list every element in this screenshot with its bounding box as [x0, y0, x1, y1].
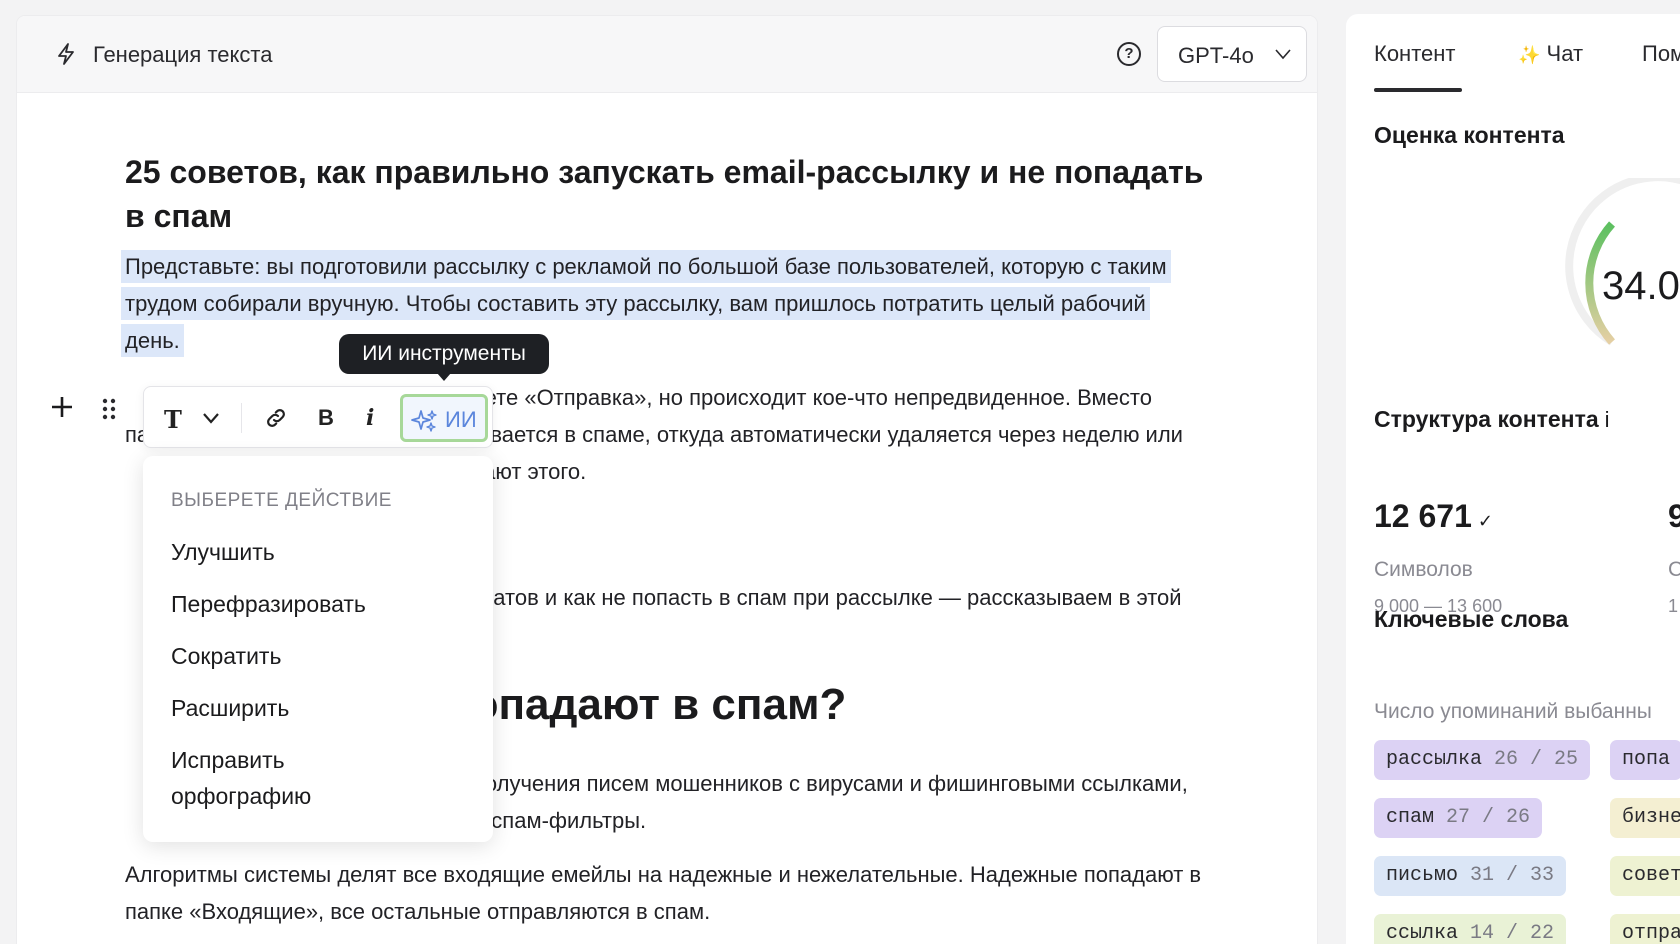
keyword-chip[interactable]: рассылка 26 / 25	[1374, 740, 1591, 780]
model-select[interactable]: GPT-4o	[1157, 26, 1307, 82]
keyword-chip[interactable]: попа	[1610, 740, 1680, 780]
stat2-label: С	[1668, 558, 1680, 581]
format-toolbar: T B i ИИ	[143, 386, 493, 448]
bold-button[interactable]: B	[318, 405, 334, 431]
tab-chat-label: Чат	[1546, 41, 1584, 66]
model-label: GPT-4o	[1178, 43, 1254, 68]
selected-text-line: день.	[125, 328, 180, 353]
chars-stat: 12 671 ✓	[1374, 498, 1493, 535]
chars-label: Символов	[1374, 558, 1473, 581]
tab-chat[interactable]: ✨ Чат	[1518, 41, 1583, 67]
chevron-down-icon	[1275, 49, 1291, 60]
keywords-subtitle: Число упоминаний выбанны	[1374, 700, 1652, 723]
menu-item-expand[interactable]: Расширить	[171, 690, 471, 726]
selected-text-line: трудом собирали вручную. Чтобы составить…	[125, 291, 1146, 316]
menu-header: ВЫБЕРЕТЕ ДЕЙСТВИЕ	[171, 490, 392, 511]
add-block-icon[interactable]	[51, 396, 73, 418]
lightning-icon	[58, 43, 74, 65]
italic-button[interactable]: i	[366, 405, 374, 431]
header-title: Генерация текста	[93, 42, 273, 67]
paragraph-line[interactable]: ные спам-фильтры.	[445, 802, 1315, 839]
sparkle-icon	[411, 410, 437, 432]
menu-item-fix-spelling[interactable]: Исправить орфографию	[171, 742, 371, 814]
menu-item-rephrase[interactable]: Перефразировать	[171, 586, 471, 622]
drag-handle-icon[interactable]	[101, 397, 117, 421]
paragraph-line[interactable]: дресатов и как не попасть в спам при рас…	[445, 579, 1315, 616]
section-heading[interactable]: попадают в спам?	[445, 680, 846, 730]
ai-tools-tooltip: ИИ инструменты	[339, 334, 549, 381]
paragraph-line[interactable]: мечают этого.	[445, 453, 1305, 490]
keyword-count: 26 / 25	[1494, 748, 1579, 771]
keyword-count: 27 / 26	[1446, 806, 1531, 829]
keyword-count: 31 / 33	[1470, 864, 1555, 887]
score-title: Оценка контента	[1374, 122, 1565, 148]
ai-tools-button[interactable]: ИИ	[400, 394, 488, 442]
keyword-word: спам	[1386, 806, 1435, 829]
keyword-word: рассылка	[1386, 748, 1483, 771]
ai-button-label: ИИ	[445, 407, 477, 432]
paragraph-line[interactable]: Алгоритмы системы делят все входящие еме…	[125, 856, 1300, 893]
sparkle-icon: ✨	[1518, 45, 1541, 65]
link-icon[interactable]	[264, 406, 288, 430]
keyword-word: ссылка	[1386, 922, 1459, 944]
editor-header: Генерация текста ? GPT-4o	[17, 16, 1317, 93]
stat2-value: 9	[1668, 498, 1680, 534]
structure-title: Структура контента i	[1374, 406, 1610, 433]
text-style-button[interactable]: T	[164, 405, 182, 434]
keyword-word: попа	[1622, 748, 1671, 771]
tab-content[interactable]: Контент	[1374, 41, 1456, 67]
paragraph-selected[interactable]: Представьте: вы подготовили рассылку с р…	[125, 248, 1300, 359]
paragraph-line[interactable]: от получения писем мошенников с вирусами…	[445, 765, 1315, 802]
score-value: 34.0	[1602, 264, 1680, 308]
keyword-chip[interactable]: совет	[1610, 856, 1680, 896]
keywords-title: Ключевые слова	[1374, 606, 1569, 632]
editor-panel: Генерация текста ? GPT-4o 25 советов, ка…	[17, 16, 1317, 944]
keyword-word: совет	[1622, 864, 1680, 887]
document-title[interactable]: 25 советов, как правильно запускать emai…	[125, 150, 1205, 238]
toolbar-divider	[241, 403, 242, 433]
paragraph-line[interactable]: папке «Входящие», все остальные отправля…	[125, 893, 1300, 930]
info-icon[interactable]: i	[1605, 407, 1610, 432]
structure-title-label: Структура контента	[1374, 406, 1599, 432]
keyword-chip[interactable]: ссылка 14 / 22	[1374, 914, 1567, 944]
chars-value: 12 671	[1374, 498, 1472, 534]
tab-help[interactable]: Пом	[1642, 41, 1680, 67]
keyword-word: письмо	[1386, 864, 1459, 887]
selected-text-line: Представьте: вы подготовили рассылку с р…	[125, 254, 1167, 279]
paragraph-line[interactable]: имаете «Отправка», но происходит кое-что…	[445, 379, 1315, 416]
content-sidebar: Контент ✨ Чат Пом Оценка контента 34.0 С…	[1346, 14, 1680, 944]
keyword-chip[interactable]: письмо 31 / 33	[1374, 856, 1567, 896]
help-icon[interactable]: ?	[1117, 42, 1141, 66]
keyword-chip[interactable]: бизнес	[1610, 798, 1680, 838]
check-icon: ✓	[1477, 511, 1493, 531]
active-tab-indicator	[1374, 88, 1462, 92]
menu-item-shorten[interactable]: Сократить	[171, 638, 471, 674]
keyword-chip[interactable]: спам 27 / 26	[1374, 798, 1543, 838]
stat2-range: 1	[1668, 596, 1679, 616]
keyword-chip[interactable]: отпра	[1610, 914, 1680, 944]
chevron-down-icon[interactable]	[202, 411, 220, 425]
keyword-count: 14 / 22	[1470, 922, 1555, 944]
ai-action-menu: ВЫБЕРЕТЕ ДЕЙСТВИЕ Улучшить Перефразирова…	[143, 456, 493, 842]
menu-item-improve[interactable]: Улучшить	[171, 534, 471, 570]
keyword-word: отпра	[1622, 922, 1680, 944]
keyword-word: бизнес	[1622, 806, 1680, 829]
